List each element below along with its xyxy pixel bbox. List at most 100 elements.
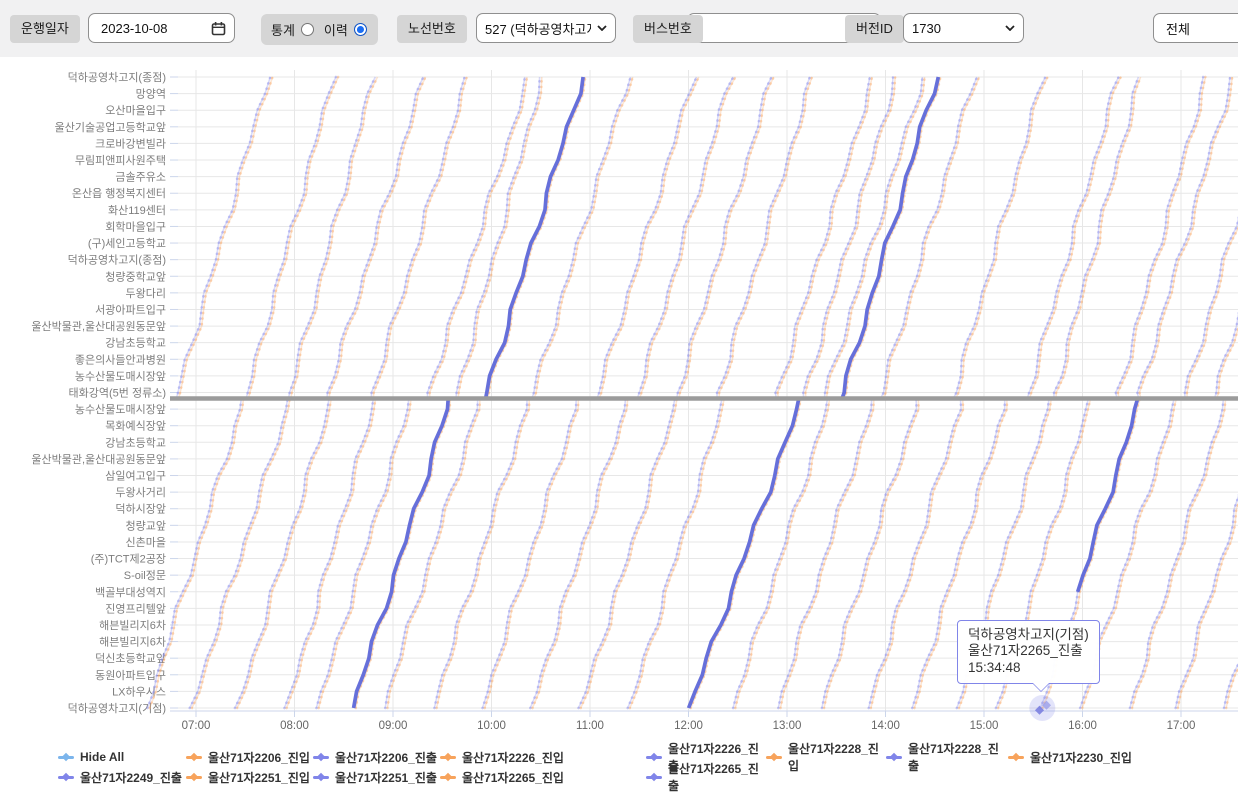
station-label: (주)TCT제2공장	[91, 553, 166, 566]
station-label: 두왕사거리	[115, 486, 166, 499]
trip[interactable]	[628, 399, 725, 709]
x-axis-label: 12:00	[674, 720, 703, 732]
station-label: 덕하공영차고지(종점)	[68, 253, 166, 267]
station-label: 온산읍 행정복지센터	[72, 187, 166, 200]
legend-series-label: 울산71자2228_진출	[908, 740, 1008, 774]
legend-series-label: 울산71자2228_진입	[788, 740, 886, 774]
legend-series-label: 울산71자2206_진입	[208, 749, 310, 766]
legend-item[interactable]: 울산71자2230_진입	[1008, 749, 1138, 766]
trip[interactable]	[284, 399, 375, 709]
trip[interactable]	[803, 77, 895, 399]
trip[interactable]	[717, 77, 812, 399]
trip[interactable]	[246, 77, 338, 399]
tooltip-time: 15:34:48	[968, 660, 1089, 676]
station-label: 울산박물관,울산대공원동문앞	[31, 320, 166, 333]
station-label: 강남초등학교	[105, 436, 166, 449]
station-label: 망양역	[136, 88, 166, 101]
trip[interactable]	[822, 399, 919, 709]
station-label: 목화예식장앞	[105, 420, 166, 433]
station-label: 덕신초등학교앞	[95, 652, 166, 665]
legend-series-label: 울산71자2265_진입	[462, 769, 564, 786]
trip[interactable]	[327, 77, 426, 399]
station-label: 해븐빌리지6차	[99, 635, 166, 649]
station-label: 신촌마을	[126, 536, 166, 549]
trip[interactable]	[289, 77, 378, 399]
trip[interactable]	[677, 77, 774, 399]
trip[interactable]	[1176, 399, 1238, 709]
legend-series-label: 울산71자2251_진입	[208, 769, 310, 786]
trip[interactable]	[428, 77, 528, 399]
legend-series-marker	[186, 756, 202, 759]
legend-item[interactable]: Hide All	[58, 750, 186, 764]
trip[interactable]	[953, 77, 1047, 399]
station-label: S-oil정문	[124, 569, 166, 582]
legend-item[interactable]: 울산71자2249_진출	[58, 769, 186, 786]
trip[interactable]	[637, 77, 735, 399]
trip[interactable]	[1054, 77, 1141, 399]
station-label: 청량교앞	[126, 519, 166, 532]
station-label: 울산박물관,울산대공원동문앞	[31, 453, 166, 466]
trip[interactable]	[354, 399, 451, 709]
legend-series-marker	[440, 776, 456, 779]
trip[interactable]	[434, 399, 529, 709]
trip[interactable]	[530, 399, 627, 709]
legend-series-marker	[186, 776, 202, 779]
x-axis-label: 16:00	[1068, 720, 1097, 732]
trip[interactable]	[778, 399, 874, 709]
station-label: 태화강역(5번 정류소)	[69, 386, 166, 399]
x-axis-label: 08:00	[280, 720, 309, 732]
legend-item[interactable]: 울산71자2206_진출	[313, 749, 440, 766]
station-label: 화산119센터	[108, 204, 166, 217]
station-label: 무림피앤피사원주택	[75, 154, 166, 167]
legend-item[interactable]: 울산71자2226_진입	[440, 749, 646, 766]
station-axis-labels: 덕하공영차고지(종점)망양역오산마을입구울산기술공업고등학교앞크로바강변빌라무림…	[31, 70, 166, 715]
trip[interactable]	[579, 399, 677, 709]
legend-series-marker	[766, 756, 782, 759]
legend-series-marker	[440, 756, 456, 759]
trip[interactable]	[532, 77, 633, 399]
trip[interactable]	[190, 399, 290, 709]
trip[interactable]	[1130, 399, 1226, 709]
legend-item[interactable]: 울산71자2206_진입	[186, 749, 313, 766]
station-label: 좋은의사들안과병원	[75, 353, 166, 366]
legend-series-label: 울산71자2226_진입	[462, 749, 564, 766]
selected-point-marker[interactable]	[1029, 695, 1055, 721]
trip[interactable]	[1027, 77, 1121, 399]
station-label: 청량중학교앞	[105, 270, 166, 283]
legend: Hide All 울산71자2206_진입울산71자2206_진출 울산71자222…	[58, 747, 1138, 787]
trip[interactable]	[235, 399, 331, 709]
x-axis-label: 10:00	[477, 720, 506, 732]
legend-item[interactable]: 울산71자2228_진출	[886, 740, 1008, 774]
station-label: 삼일여고입구	[105, 469, 166, 483]
trip[interactable]	[824, 77, 924, 399]
legend-item[interactable]: 울산71자2251_진출	[313, 769, 440, 786]
time-axis-labels: 07:0008:0009:0010:0011:0012:0013:0014:00…	[182, 720, 1196, 732]
x-axis-label: 13:00	[773, 720, 802, 732]
tooltip-series: 울산71자2265_진출	[968, 643, 1089, 659]
legend-series-marker	[1008, 756, 1024, 759]
legend-series-marker	[646, 776, 662, 779]
legend-item[interactable]: 울산71자2251_진입	[186, 769, 313, 786]
station-label: 백골부대성역지	[95, 586, 166, 599]
legend-item[interactable]: 울산71자2265_진입	[440, 769, 646, 786]
bus-number-label: 버스번호	[633, 15, 703, 43]
station-label: 두왕다리	[126, 287, 166, 300]
trip[interactable]	[869, 399, 964, 709]
legend-item[interactable]: 울산71자2228_진입	[766, 740, 886, 774]
x-axis-label: 17:00	[1167, 720, 1196, 732]
trip[interactable]	[483, 399, 579, 709]
station-label: 덕하시장앞	[115, 502, 166, 516]
tooltip-station: 덕하공영차고지(기점)	[968, 627, 1089, 643]
station-label: (구)세인고등학교	[88, 237, 166, 250]
legend-series-marker	[58, 756, 74, 759]
legend-series-label: Hide All	[80, 750, 124, 764]
trip[interactable]	[1137, 77, 1232, 399]
station-label: 해븐빌리지6차	[99, 618, 166, 632]
legend-series-label: 울산71자2249_진출	[80, 769, 182, 786]
legend-series-marker	[313, 756, 329, 759]
legend-series-marker	[313, 776, 329, 779]
trip[interactable]	[371, 77, 467, 399]
x-axis-label: 09:00	[379, 720, 408, 732]
station-label: 덕하공영차고지(종점)	[68, 70, 166, 84]
legend-item[interactable]: 울산71자2265_진출	[646, 760, 766, 794]
